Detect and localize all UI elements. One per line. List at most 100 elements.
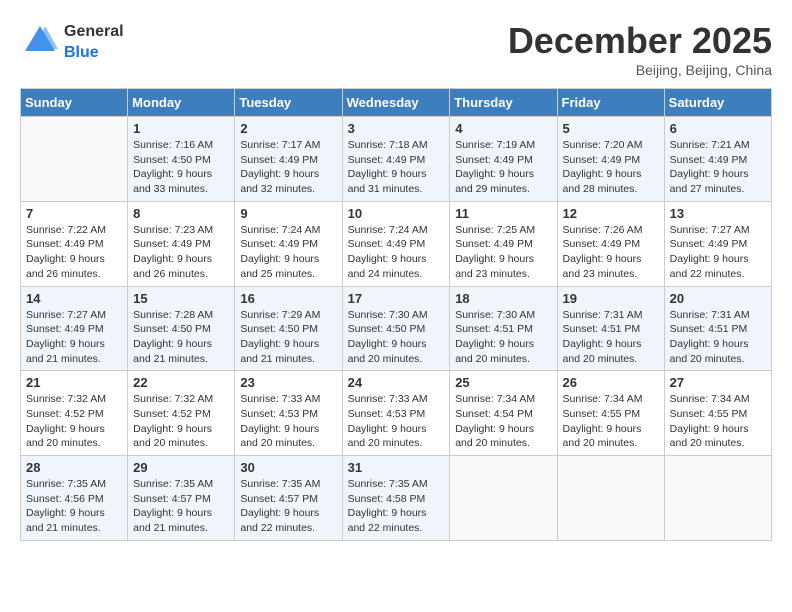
- day-cell: [450, 456, 557, 541]
- day-cell: 6Sunrise: 7:21 AM Sunset: 4:49 PM Daylig…: [664, 117, 771, 202]
- day-cell: 7 Sunrise: 7:22 AM Sunset: 4:49 PM Daylig…: [21, 201, 128, 286]
- day-cell: 15 Sunrise: 7:28 AM Sunset: 4:50 PM Dayli…: [128, 286, 235, 371]
- day-info: Sunrise: 7:35 AM Sunset: 4:56 PM Dayligh…: [26, 477, 122, 536]
- day-cell: 28 Sunrise: 7:35 AM Sunset: 4:56 PM Dayli…: [21, 456, 128, 541]
- day-info: Sunrise: 7:30 AM Sunset: 4:50 PM Dayligh…: [348, 308, 445, 367]
- logo-icon: [20, 21, 60, 61]
- day-cell: 8 Sunrise: 7:23 AM Sunset: 4:49 PM Daylig…: [128, 201, 235, 286]
- day-cell: 1Sunrise: 7:16 AM Sunset: 4:50 PM Daylig…: [128, 117, 235, 202]
- day-number: 6: [670, 121, 766, 136]
- header-row: Sunday Monday Tuesday Wednesday Thursday…: [21, 89, 772, 117]
- day-cell: 3Sunrise: 7:18 AM Sunset: 4:49 PM Daylig…: [342, 117, 450, 202]
- calendar-body: 1Sunrise: 7:16 AM Sunset: 4:50 PM Daylig…: [21, 117, 772, 541]
- day-number: 19: [563, 291, 659, 306]
- day-info: Sunrise: 7:29 AM Sunset: 4:50 PM Dayligh…: [240, 308, 336, 367]
- day-number: 10: [348, 206, 445, 221]
- col-monday: Monday: [128, 89, 235, 117]
- day-cell: 29 Sunrise: 7:35 AM Sunset: 4:57 PM Dayli…: [128, 456, 235, 541]
- day-number: 29: [133, 460, 229, 475]
- day-info: Sunrise: 7:24 AM Sunset: 4:49 PM Dayligh…: [348, 223, 445, 282]
- location: Beijing, Beijing, China: [508, 62, 772, 78]
- day-number: 20: [670, 291, 766, 306]
- week-row-2: 7 Sunrise: 7:22 AM Sunset: 4:49 PM Daylig…: [21, 201, 772, 286]
- day-info: Sunrise: 7:34 AM Sunset: 4:55 PM Dayligh…: [563, 392, 659, 451]
- day-number: 28: [26, 460, 122, 475]
- day-cell: 12 Sunrise: 7:26 AM Sunset: 4:49 PM Dayli…: [557, 201, 664, 286]
- day-info: Sunrise: 7:32 AM Sunset: 4:52 PM Dayligh…: [133, 392, 229, 451]
- col-saturday: Saturday: [664, 89, 771, 117]
- day-number: 8: [133, 206, 229, 221]
- day-number: 11: [455, 206, 551, 221]
- week-row-3: 14 Sunrise: 7:27 AM Sunset: 4:49 PM Dayli…: [21, 286, 772, 371]
- day-number: 23: [240, 375, 336, 390]
- day-cell: [557, 456, 664, 541]
- col-friday: Friday: [557, 89, 664, 117]
- day-info: Sunrise: 7:35 AM Sunset: 4:57 PM Dayligh…: [240, 477, 336, 536]
- day-number: 31: [348, 460, 445, 475]
- day-number: 25: [455, 375, 551, 390]
- day-cell: 11 Sunrise: 7:25 AM Sunset: 4:49 PM Dayli…: [450, 201, 557, 286]
- day-info: Sunrise: 7:34 AM Sunset: 4:55 PM Dayligh…: [670, 392, 766, 451]
- day-info: Sunrise: 7:28 AM Sunset: 4:50 PM Dayligh…: [133, 308, 229, 367]
- day-number: 4: [455, 121, 551, 136]
- day-cell: 25 Sunrise: 7:34 AM Sunset: 4:54 PM Dayli…: [450, 371, 557, 456]
- col-sunday: Sunday: [21, 89, 128, 117]
- day-info: Sunrise: 7:34 AM Sunset: 4:54 PM Dayligh…: [455, 392, 551, 451]
- logo: General Blue: [20, 20, 124, 62]
- day-cell: [21, 117, 128, 202]
- day-cell: 14 Sunrise: 7:27 AM Sunset: 4:49 PM Dayli…: [21, 286, 128, 371]
- col-wednesday: Wednesday: [342, 89, 450, 117]
- day-info: Sunrise: 7:32 AM Sunset: 4:52 PM Dayligh…: [26, 392, 122, 451]
- day-number: 5: [563, 121, 659, 136]
- calendar-header: Sunday Monday Tuesday Wednesday Thursday…: [21, 89, 772, 117]
- day-cell: 9 Sunrise: 7:24 AM Sunset: 4:49 PM Daylig…: [235, 201, 342, 286]
- day-cell: 22 Sunrise: 7:32 AM Sunset: 4:52 PM Dayli…: [128, 371, 235, 456]
- day-number: 12: [563, 206, 659, 221]
- day-cell: 26 Sunrise: 7:34 AM Sunset: 4:55 PM Dayli…: [557, 371, 664, 456]
- day-info: Sunrise: 7:27 AM Sunset: 4:49 PM Dayligh…: [26, 308, 122, 367]
- title-area: December 2025 Beijing, Beijing, China: [508, 20, 772, 78]
- day-cell: 18Sunrise: 7:30 AM Sunset: 4:51 PM Dayli…: [450, 286, 557, 371]
- day-info: Sunrise: 7:25 AM Sunset: 4:49 PM Dayligh…: [455, 223, 551, 282]
- day-cell: 17 Sunrise: 7:30 AM Sunset: 4:50 PM Dayli…: [342, 286, 450, 371]
- day-info: Sunrise: 7:26 AM Sunset: 4:49 PM Dayligh…: [563, 223, 659, 282]
- day-info: Sunrise: 7:23 AM Sunset: 4:49 PM Dayligh…: [133, 223, 229, 282]
- col-thursday: Thursday: [450, 89, 557, 117]
- week-row-4: 21 Sunrise: 7:32 AM Sunset: 4:52 PM Dayli…: [21, 371, 772, 456]
- day-info: Sunrise: 7:35 AM Sunset: 4:57 PM Dayligh…: [133, 477, 229, 536]
- calendar-table: Sunday Monday Tuesday Wednesday Thursday…: [20, 88, 772, 541]
- day-number: 9: [240, 206, 336, 221]
- day-number: 7: [26, 206, 122, 221]
- day-info: Sunrise: 7:31 AM Sunset: 4:51 PM Dayligh…: [563, 308, 659, 367]
- day-number: 21: [26, 375, 122, 390]
- day-cell: 19 Sunrise: 7:31 AM Sunset: 4:51 PM Dayli…: [557, 286, 664, 371]
- day-info: Sunrise: 7:24 AM Sunset: 4:49 PM Dayligh…: [240, 223, 336, 282]
- day-cell: 27 Sunrise: 7:34 AM Sunset: 4:55 PM Dayli…: [664, 371, 771, 456]
- day-number: 26: [563, 375, 659, 390]
- day-cell: 24Sunrise: 7:33 AM Sunset: 4:53 PM Dayli…: [342, 371, 450, 456]
- week-row-1: 1Sunrise: 7:16 AM Sunset: 4:50 PM Daylig…: [21, 117, 772, 202]
- day-info: Sunrise: 7:20 AM Sunset: 4:49 PM Dayligh…: [563, 138, 659, 197]
- day-cell: [664, 456, 771, 541]
- day-number: 17: [348, 291, 445, 306]
- day-number: 14: [26, 291, 122, 306]
- day-info: Sunrise: 7:35 AM Sunset: 4:58 PM Dayligh…: [348, 477, 445, 536]
- month-title: December 2025: [508, 20, 772, 62]
- day-info: Sunrise: 7:22 AM Sunset: 4:49 PM Dayligh…: [26, 223, 122, 282]
- day-info: Sunrise: 7:33 AM Sunset: 4:53 PM Dayligh…: [348, 392, 445, 451]
- day-number: 22: [133, 375, 229, 390]
- day-cell: 5 Sunrise: 7:20 AM Sunset: 4:49 PM Daylig…: [557, 117, 664, 202]
- day-number: 27: [670, 375, 766, 390]
- day-cell: 23Sunrise: 7:33 AM Sunset: 4:53 PM Dayli…: [235, 371, 342, 456]
- day-number: 2: [240, 121, 336, 136]
- day-cell: 16Sunrise: 7:29 AM Sunset: 4:50 PM Dayli…: [235, 286, 342, 371]
- day-cell: 4Sunrise: 7:19 AM Sunset: 4:49 PM Daylig…: [450, 117, 557, 202]
- day-cell: 10 Sunrise: 7:24 AM Sunset: 4:49 PM Dayli…: [342, 201, 450, 286]
- day-info: Sunrise: 7:27 AM Sunset: 4:49 PM Dayligh…: [670, 223, 766, 282]
- day-number: 15: [133, 291, 229, 306]
- day-cell: 21 Sunrise: 7:32 AM Sunset: 4:52 PM Dayli…: [21, 371, 128, 456]
- day-number: 18: [455, 291, 551, 306]
- day-number: 13: [670, 206, 766, 221]
- day-info: Sunrise: 7:31 AM Sunset: 4:51 PM Dayligh…: [670, 308, 766, 367]
- logo-text-blue: Blue: [64, 44, 99, 61]
